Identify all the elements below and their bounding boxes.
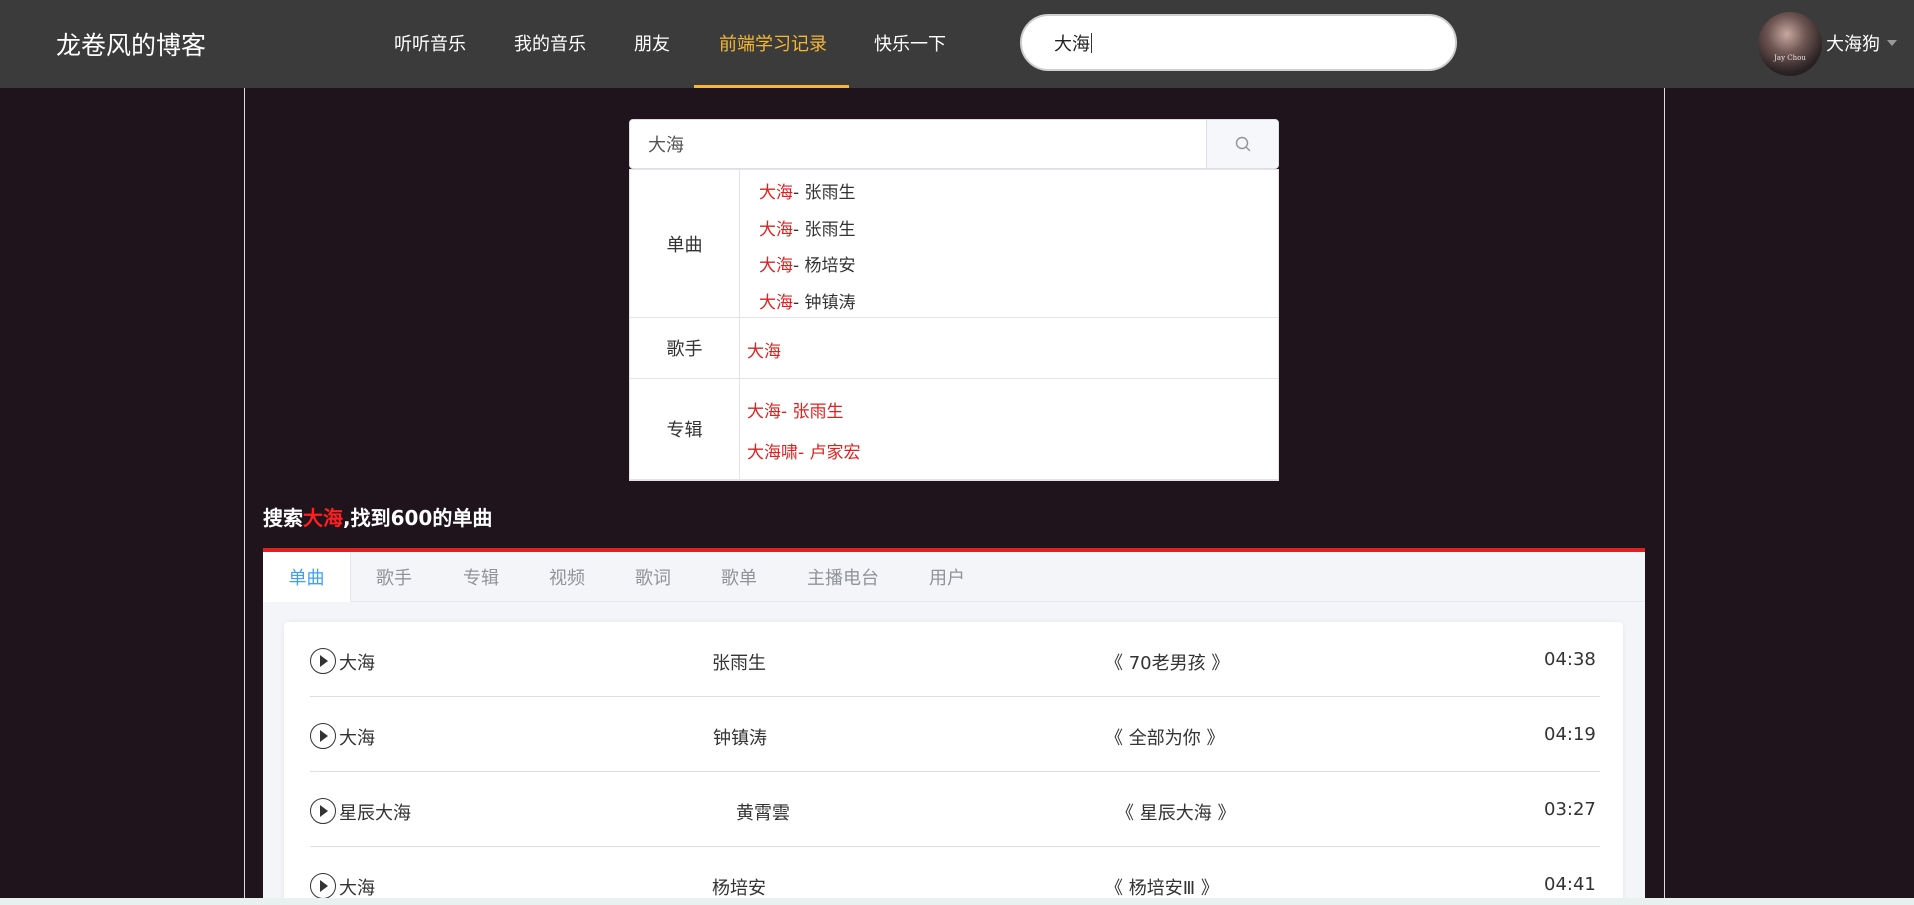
song-duration: 04:19	[1544, 724, 1596, 745]
result-suffix: ,找到600的单曲	[343, 506, 493, 530]
nav-friends[interactable]: 朋友	[634, 30, 670, 56]
nav-listen-music[interactable]: 听听音乐	[394, 30, 466, 56]
song-row[interactable]: 大海 杨培安 《 杨培安Ⅲ 》 04:41	[310, 847, 1600, 905]
tab-artists[interactable]: 歌手	[376, 552, 412, 602]
play-icon[interactable]	[310, 873, 336, 899]
suggest-album-item[interactable]: 大海啸- 卢家宏	[747, 438, 861, 463]
result-prefix: 搜索	[263, 506, 303, 530]
suggest-song-item[interactable]: 大海- 钟镇涛	[759, 288, 856, 313]
chevron-down-icon[interactable]	[1887, 40, 1897, 46]
play-icon[interactable]	[310, 798, 336, 824]
suggest-song-item[interactable]: 大海- 张雨生	[759, 215, 856, 240]
suggest-artists-label: 歌手	[630, 318, 740, 378]
suggest-artists-section: 歌手 大海	[630, 318, 1278, 379]
tab-videos[interactable]: 视频	[549, 552, 585, 602]
tab-users[interactable]: 用户	[929, 552, 965, 602]
result-keyword: 大海	[303, 506, 343, 530]
suggest-songs-section: 单曲 大海- 张雨生 大海- 张雨生 大海- 杨培安 大海- 钟镇涛	[630, 170, 1278, 318]
song-duration: 04:41	[1544, 874, 1596, 895]
header-search-input[interactable]: 大海	[1020, 14, 1457, 71]
text-caret	[1091, 32, 1092, 53]
song-artist[interactable]: 张雨生	[712, 649, 766, 675]
play-icon[interactable]	[310, 723, 336, 749]
song-duration: 03:27	[1544, 799, 1596, 820]
song-list: 大海 张雨生 《 70老男孩 》 04:38 大海 钟镇涛 《 全部为你 》 0…	[284, 622, 1623, 905]
avatar-caption: Jay Chou	[1774, 54, 1806, 62]
results-panel: 单曲 歌手 专辑 视频 歌词 歌单 主播电台 用户 大海 张雨生 《 70老男孩…	[263, 552, 1645, 905]
top-navbar: 龙卷风的博客 听听音乐 我的音乐 朋友 前端学习记录 快乐一下 大海 Jay C…	[0, 0, 1914, 88]
search-icon	[1235, 136, 1250, 152]
song-row[interactable]: 星辰大海 黄霄雲 《 星辰大海 》 03:27	[310, 772, 1600, 847]
search-suggestions: 单曲 大海- 张雨生 大海- 张雨生 大海- 杨培安 大海- 钟镇涛 歌手 大海…	[629, 169, 1279, 481]
result-summary: 搜索大海,找到600的单曲	[263, 502, 492, 531]
nav-happy[interactable]: 快乐一下	[874, 30, 946, 56]
suggest-albums-section: 专辑 大海- 张雨生 大海啸- 卢家宏	[630, 379, 1278, 480]
tab-lyrics[interactable]: 歌词	[635, 552, 671, 602]
song-title[interactable]: 大海	[339, 874, 375, 900]
song-album[interactable]: 《 全部为你 》	[1105, 724, 1224, 750]
user-name[interactable]: 大海狗	[1826, 30, 1880, 56]
tab-radio[interactable]: 主播电台	[807, 552, 879, 602]
suggest-album-item[interactable]: 大海- 张雨生	[747, 397, 844, 422]
song-artist[interactable]: 黄霄雲	[736, 799, 790, 825]
play-icon[interactable]	[310, 648, 336, 674]
tab-playlists[interactable]: 歌单	[721, 552, 757, 602]
search-bar: 大海	[629, 119, 1279, 169]
song-row[interactable]: 大海 张雨生 《 70老男孩 》 04:38	[310, 622, 1600, 697]
song-album[interactable]: 《 杨培安Ⅲ 》	[1105, 874, 1219, 900]
song-album[interactable]: 《 星辰大海 》	[1116, 799, 1235, 825]
suggest-songs-label: 单曲	[630, 170, 740, 317]
song-album[interactable]: 《 70老男孩 》	[1105, 649, 1229, 675]
header-search-value: 大海	[1054, 33, 1090, 55]
song-title[interactable]: 星辰大海	[339, 799, 411, 825]
nav-my-music[interactable]: 我的音乐	[514, 30, 586, 56]
avatar[interactable]: Jay Chou	[1758, 12, 1822, 76]
tab-albums[interactable]: 专辑	[463, 552, 499, 602]
suggest-artist-item[interactable]: 大海	[747, 337, 781, 362]
song-artist[interactable]: 杨培安	[712, 874, 766, 900]
bottom-scroll-edge	[0, 898, 1914, 905]
suggest-song-item[interactable]: 大海- 杨培安	[759, 251, 856, 276]
song-artist[interactable]: 钟镇涛	[713, 724, 767, 750]
result-tabs: 单曲 歌手 专辑 视频 歌词 歌单 主播电台 用户	[263, 552, 1645, 602]
search-input[interactable]: 大海	[630, 120, 1206, 168]
song-duration: 04:38	[1544, 649, 1596, 670]
suggest-song-item[interactable]: 大海- 张雨生	[759, 178, 856, 203]
nav-frontend-notes[interactable]: 前端学习记录	[719, 30, 827, 56]
site-brand[interactable]: 龙卷风的博客	[56, 26, 206, 62]
suggest-albums-label: 专辑	[630, 379, 740, 479]
search-button[interactable]	[1206, 120, 1278, 168]
song-row[interactable]: 大海 钟镇涛 《 全部为你 》 04:19	[310, 697, 1600, 772]
song-title[interactable]: 大海	[339, 649, 375, 675]
song-title[interactable]: 大海	[339, 724, 375, 750]
tab-songs[interactable]: 单曲	[263, 552, 351, 602]
